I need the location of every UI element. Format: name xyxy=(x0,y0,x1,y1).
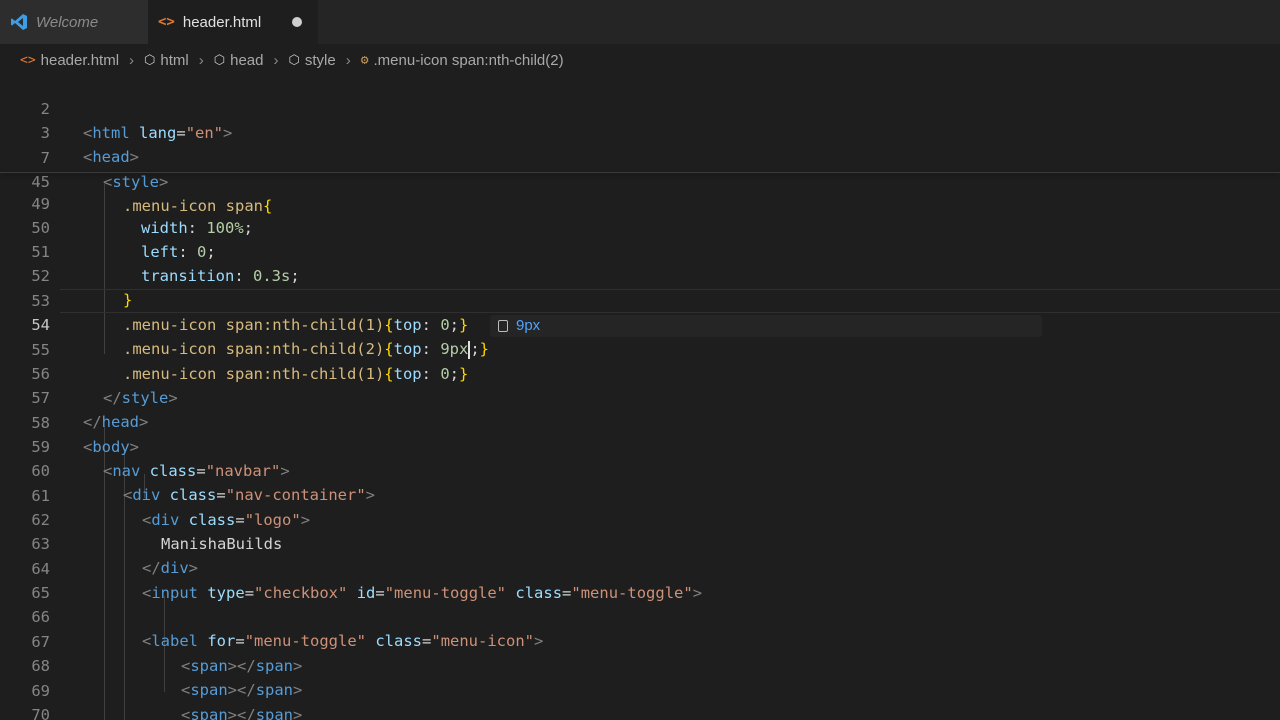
suggestion-text: 9px xyxy=(516,317,541,334)
code-line[interactable]: 62 ManishaBuilds xyxy=(0,484,1280,553)
code-line[interactable]: 7 <style> xyxy=(0,122,1280,191)
code-line[interactable]: 65 xyxy=(0,557,1280,602)
code-line[interactable]: 59 <nav class="navbar"> xyxy=(0,411,1280,480)
code-line[interactable]: 69 <span></span> xyxy=(0,655,1280,720)
element-icon: ⬡ xyxy=(288,52,300,68)
html-file-icon: <> xyxy=(158,14,175,30)
code-line[interactable]: 51 transition: 0.3s; xyxy=(0,216,1280,285)
code-line[interactable]: 67 <span></span> xyxy=(0,606,1280,675)
code-line[interactable]: 70 </label> xyxy=(0,679,1280,720)
html-file-icon: <> xyxy=(20,52,36,68)
tab-label: Welcome xyxy=(36,13,99,31)
vscode-logo-icon xyxy=(10,13,28,31)
unsaved-dot-icon[interactable] xyxy=(292,17,302,27)
code-line[interactable]: 61 <div class="logo"> xyxy=(0,460,1280,529)
breadcrumb-item-head[interactable]: ⬡ head xyxy=(214,52,264,69)
element-icon: ⬡ xyxy=(213,52,226,68)
element-icon: ⬡ xyxy=(144,52,156,68)
code-line[interactable]: 2 <html lang="en"> xyxy=(0,76,1280,142)
code-line-current[interactable]: 54 .menu-icon span:nth-child(2){top: 9px… xyxy=(0,289,1280,359)
breadcrumb-label: .menu-icon span:nth-child(2) xyxy=(373,51,564,69)
snippet-icon xyxy=(498,320,508,332)
code-line[interactable]: 64 <input type="checkbox" id="menu-toggl… xyxy=(0,533,1280,602)
code-line[interactable]: 66 <label for="menu-toggle" class="menu-… xyxy=(0,581,1280,650)
breadcrumb-label: style xyxy=(304,51,336,69)
code-line[interactable]: 49 width: 100%; xyxy=(0,168,1280,237)
css-rule-icon: ⚙ xyxy=(360,52,369,68)
tab-bar: Welcome <> header.html xyxy=(0,0,1280,44)
breadcrumb-label: header.html xyxy=(40,51,120,69)
code-line[interactable]: 53 .menu-icon span:nth-child(1){top: 0;} xyxy=(0,265,1280,334)
breadcrumb-label: html xyxy=(160,51,189,69)
code-line[interactable]: 52 } xyxy=(0,240,1280,309)
code-line[interactable]: 57 </head> xyxy=(0,362,1280,431)
breadcrumb-label: head xyxy=(230,51,264,69)
code-editor[interactable]: 2 <html lang="en"> 3 <head> 7 <style> 45… xyxy=(0,76,1280,720)
code-line[interactable]: 58 <body> xyxy=(0,387,1280,456)
tab-welcome[interactable]: Welcome xyxy=(0,0,148,44)
inline-suggestion[interactable]: 9px xyxy=(490,315,1042,337)
tab-label: header.html xyxy=(182,13,262,31)
code-line[interactable]: 68 <span></span> xyxy=(0,630,1280,699)
chevron-right-icon: › xyxy=(198,51,204,69)
chevron-right-icon: › xyxy=(129,51,135,69)
code-line[interactable]: 45 .menu-icon span{ xyxy=(0,146,1280,215)
code-line[interactable]: 71 xyxy=(0,703,1280,720)
code-line[interactable]: 55 .menu-icon span:nth-child(1){top: 0;}… xyxy=(0,314,1280,383)
chevron-right-icon: › xyxy=(345,51,351,69)
breadcrumb-item-rule[interactable]: ⚙ .menu-icon span:nth-child(2) xyxy=(361,52,564,69)
tab-header-html[interactable]: <> header.html xyxy=(148,0,318,44)
code-line[interactable]: 3 <head> xyxy=(0,97,1280,166)
code-line[interactable]: 63 </div> xyxy=(0,508,1280,577)
code-line[interactable]: 56 </style> xyxy=(0,338,1280,407)
code-line[interactable]: 50 left: 0; xyxy=(0,192,1280,261)
breadcrumb: <> header.html › ⬡ html › ⬡ head › ⬡ sty… xyxy=(0,44,1280,76)
breadcrumb-item-style[interactable]: ⬡ style xyxy=(288,52,335,69)
chevron-right-icon: › xyxy=(273,51,279,69)
breadcrumb-item-file[interactable]: <> header.html xyxy=(20,52,119,69)
breadcrumb-item-html[interactable]: ⬡ html xyxy=(144,52,189,69)
code-line[interactable]: 60 <div class="nav-container"> xyxy=(0,435,1280,504)
